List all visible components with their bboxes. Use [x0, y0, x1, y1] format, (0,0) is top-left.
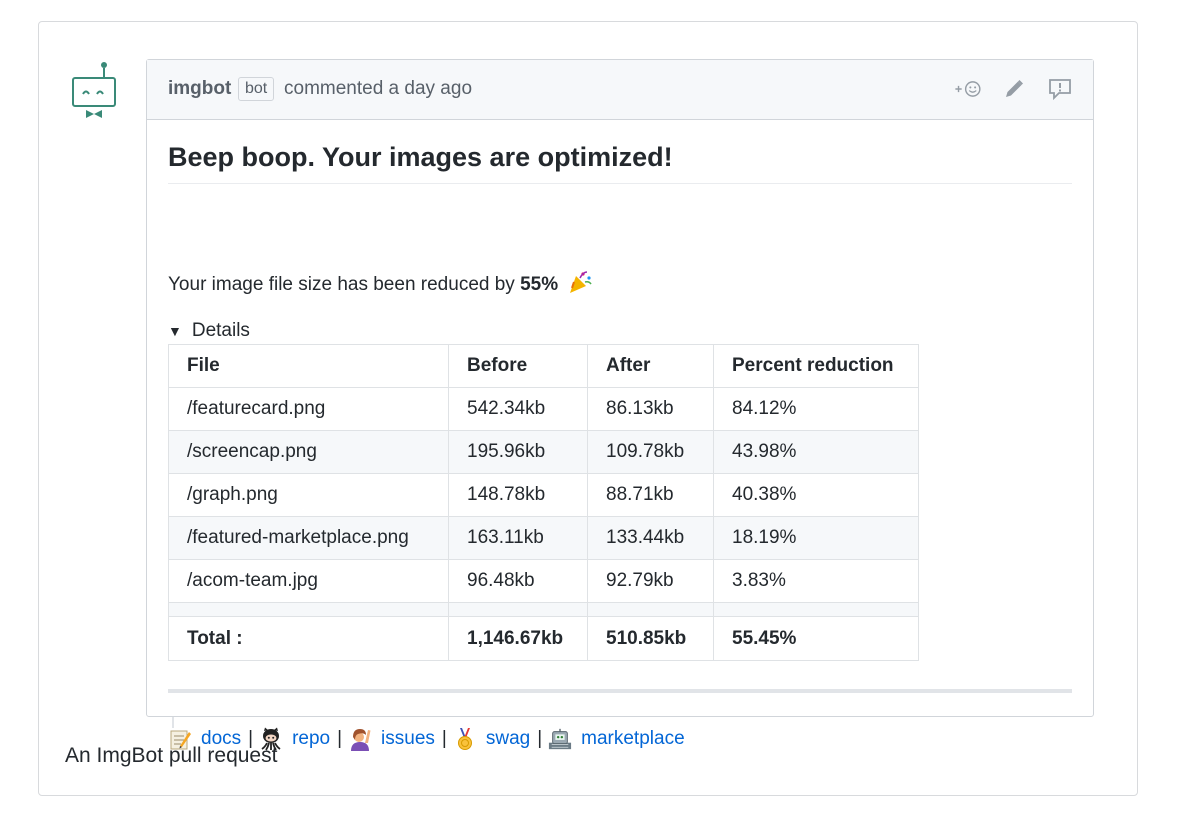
- table-total-row: Total : 1,146.67kb 510.85kb 55.45%: [168, 616, 919, 661]
- repo-link[interactable]: repo: [292, 728, 330, 750]
- issues-link[interactable]: issues: [381, 728, 435, 750]
- robot-face-icon: [548, 727, 572, 751]
- pencil-icon[interactable]: [999, 74, 1029, 104]
- cell-after: 86.13kb: [587, 387, 714, 431]
- cell-before: 542.34kb: [448, 387, 588, 431]
- cell-file: /featurecard.png: [168, 387, 449, 431]
- summary-percentage: 55%: [520, 274, 559, 296]
- table-row: /screencap.png 195.96kb 109.78kb 43.98%: [168, 430, 919, 474]
- cell-total-label: Total :: [168, 616, 449, 661]
- column-header-before: Before: [448, 344, 588, 388]
- cell-file: /acom-team.jpg: [168, 559, 449, 603]
- medal-icon: [453, 727, 477, 751]
- report-icon[interactable]: [1045, 74, 1075, 104]
- table-row: /acom-team.jpg 96.48kb 92.79kb 3.83%: [168, 559, 919, 603]
- comment-actions: [953, 74, 1075, 104]
- separator: |: [441, 728, 447, 749]
- comment-heading: Beep boop. Your images are optimized!: [168, 142, 1072, 184]
- divider: [168, 689, 1072, 693]
- figure-caption: An ImgBot pull request: [65, 744, 278, 767]
- author-link[interactable]: imgbot: [168, 78, 231, 100]
- separator: |: [337, 728, 343, 749]
- optimization-table: File Before After Percent reduction /fea…: [168, 344, 919, 661]
- cell-after: 92.79kb: [587, 559, 714, 603]
- cell-percent: 84.12%: [713, 387, 919, 431]
- summary-text: Your image file size has been reduced by…: [168, 269, 593, 301]
- cell-total-percent: 55.45%: [713, 616, 919, 661]
- cell-after: 109.78kb: [587, 430, 714, 474]
- cell-percent: 40.38%: [713, 473, 919, 517]
- column-header-percent: Percent reduction: [713, 344, 919, 388]
- table-row: /graph.png 148.78kb 88.71kb 40.38%: [168, 473, 919, 517]
- cell-percent: 3.83%: [713, 559, 919, 603]
- cell-after: 88.71kb: [587, 473, 714, 517]
- separator: |: [537, 728, 543, 749]
- robot-avatar-icon: [72, 62, 116, 118]
- imgbot-avatar[interactable]: [68, 60, 120, 122]
- details-label: Details: [191, 320, 250, 341]
- comment-box: imgbot bot commented a day ago Beep boop…: [146, 59, 1094, 751]
- raising-hand-icon: [348, 727, 372, 751]
- party-popper-icon: [567, 269, 593, 301]
- column-header-file: File: [168, 344, 449, 388]
- triangle-down-icon: ▼: [168, 323, 182, 339]
- table-spacer-row: [168, 602, 919, 617]
- cell-total-after: 510.85kb: [587, 616, 714, 661]
- comment-header: imgbot bot commented a day ago: [147, 60, 1093, 120]
- comment-timestamp[interactable]: commented a day ago: [284, 78, 472, 100]
- table-row: /featured-marketplace.png 163.11kb 133.4…: [168, 516, 919, 560]
- cell-before: 195.96kb: [448, 430, 588, 474]
- table-header-row: File Before After Percent reduction: [168, 344, 919, 388]
- table-row: /featurecard.png 542.34kb 86.13kb 84.12%: [168, 387, 919, 431]
- swag-link[interactable]: swag: [486, 728, 530, 750]
- add-reaction-icon[interactable]: [953, 74, 983, 104]
- column-header-after: After: [587, 344, 714, 388]
- details-toggle[interactable]: ▼ Details: [168, 320, 250, 342]
- marketplace-link[interactable]: marketplace: [581, 728, 685, 750]
- cell-before: 163.11kb: [448, 516, 588, 560]
- cell-file: /graph.png: [168, 473, 449, 517]
- cell-before: 96.48kb: [448, 559, 588, 603]
- cell-total-before: 1,146.67kb: [448, 616, 588, 661]
- bot-badge: bot: [238, 77, 275, 101]
- cell-percent: 43.98%: [713, 430, 919, 474]
- cell-file: /screencap.png: [168, 430, 449, 474]
- cell-before: 148.78kb: [448, 473, 588, 517]
- cell-percent: 18.19%: [713, 516, 919, 560]
- cell-file: /featured-marketplace.png: [168, 516, 449, 560]
- cell-after: 133.44kb: [587, 516, 714, 560]
